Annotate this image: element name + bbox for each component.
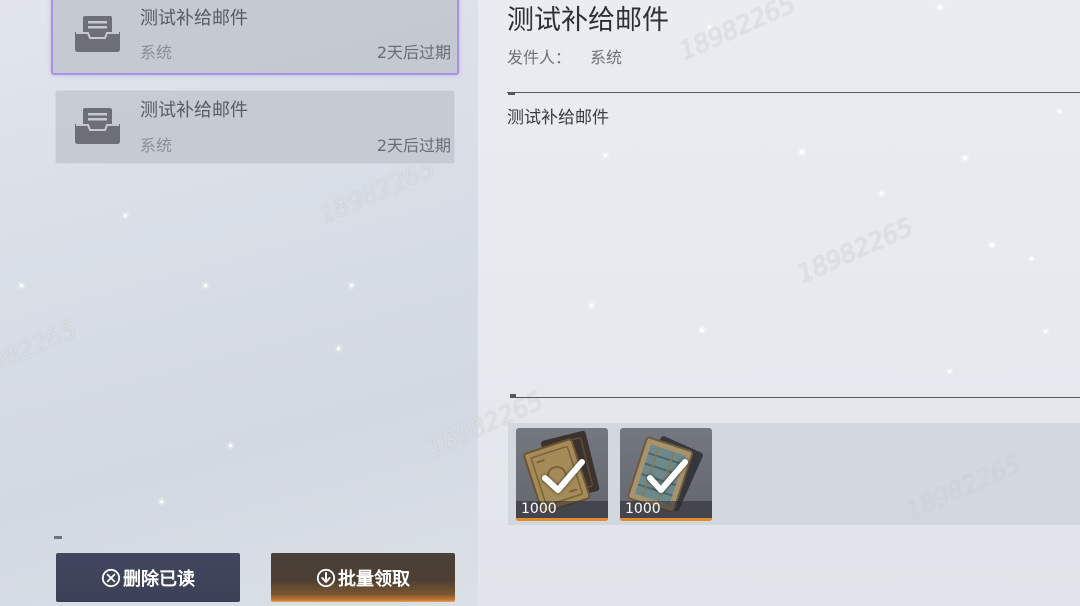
mail-list-item[interactable]: 测试补给邮件 系统 2天后过期 bbox=[51, 0, 459, 75]
snow-particle bbox=[948, 370, 951, 373]
mail-detail-body: 测试补给邮件 bbox=[507, 108, 609, 128]
snow-particle bbox=[1030, 257, 1033, 260]
mail-detail-title: 测试补给邮件 bbox=[507, 5, 669, 36]
mail-tray-icon bbox=[74, 107, 121, 145]
snow-particle bbox=[800, 150, 804, 154]
snow-particle bbox=[160, 500, 163, 503]
circle-download-icon bbox=[316, 568, 336, 588]
mail-tray-icon bbox=[74, 15, 121, 53]
sender-label: 发件人： bbox=[507, 48, 572, 67]
reward-count: 1000 bbox=[521, 501, 557, 517]
snow-particle bbox=[1044, 330, 1047, 333]
mail-expiry: 2天后过期 bbox=[376, 43, 451, 62]
rewards-divider-tab bbox=[510, 394, 516, 397]
reward-count-bar: 1000 bbox=[516, 501, 608, 518]
snow-particle bbox=[1058, 110, 1061, 113]
reward-slot[interactable]: 1000 bbox=[620, 428, 712, 521]
snow-particle bbox=[20, 284, 23, 287]
header-divider-tab bbox=[508, 92, 515, 95]
snow-particle bbox=[880, 192, 883, 195]
rewards-panel: 1000 1000 bbox=[508, 423, 1080, 525]
mail-title: 测试补给邮件 bbox=[140, 100, 248, 121]
decor-dash bbox=[54, 536, 62, 539]
snow-particle bbox=[590, 304, 593, 307]
sender-value: 系统 bbox=[590, 48, 623, 67]
snow-particle bbox=[229, 444, 232, 447]
snow-particle bbox=[963, 156, 967, 160]
snow-particle bbox=[938, 5, 942, 9]
snow-particle bbox=[204, 284, 207, 287]
snow-particle bbox=[700, 328, 704, 332]
mail-list-item[interactable]: 测试补给邮件 系统 2天后过期 bbox=[55, 90, 455, 164]
reward-count-bar: 1000 bbox=[620, 501, 712, 518]
mail-title: 测试补给邮件 bbox=[140, 8, 248, 29]
delete-read-label: 删除已读 bbox=[123, 568, 195, 590]
snow-particle bbox=[337, 347, 340, 350]
reward-count: 1000 bbox=[625, 501, 661, 517]
circle-x-icon bbox=[101, 568, 121, 588]
mail-sender: 系统 bbox=[140, 136, 173, 155]
delete-read-button[interactable]: 删除已读 bbox=[56, 553, 240, 602]
mail-detail-sender-row: 发件人： 系统 bbox=[507, 49, 622, 67]
mail-sender: 系统 bbox=[140, 43, 173, 62]
reward-rarity-bar bbox=[620, 518, 712, 521]
reward-slot[interactable]: 1000 bbox=[516, 428, 608, 521]
snow-particle bbox=[124, 214, 127, 217]
rewards-divider bbox=[510, 397, 1080, 398]
snow-particle bbox=[604, 154, 607, 157]
mail-expiry: 2天后过期 bbox=[376, 136, 451, 155]
header-divider bbox=[507, 92, 1080, 93]
snow-particle bbox=[350, 284, 353, 287]
batch-claim-button[interactable]: 批量领取 bbox=[271, 553, 455, 602]
reward-rarity-bar bbox=[516, 518, 608, 521]
batch-claim-label: 批量领取 bbox=[338, 568, 410, 590]
snow-particle bbox=[990, 243, 994, 247]
